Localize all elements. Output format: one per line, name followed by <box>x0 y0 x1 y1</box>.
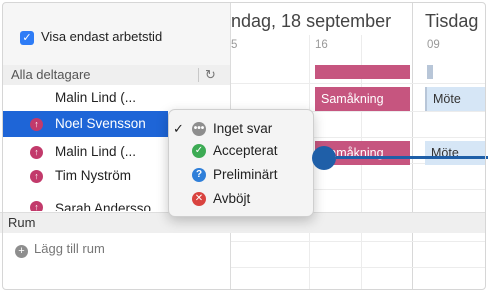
grid-line <box>231 241 486 242</box>
participants-header-label: Alla deltagare <box>11 67 91 82</box>
check-icon: ✓ <box>192 144 206 158</box>
refresh-icon[interactable]: ↻ <box>205 65 216 85</box>
menu-item-accepted[interactable]: ✓ Accepterat <box>169 140 313 162</box>
hour-label: 16 <box>315 39 328 51</box>
menu-item-declined[interactable]: ✕ Avböjt <box>169 188 313 210</box>
arrow-up-icon[interactable]: ↑ <box>30 118 43 131</box>
participant-name: Malin Lind (... <box>55 90 137 105</box>
scheduling-window: ✓ Visa endast arbetstid Alla deltagare ↻… <box>0 0 488 292</box>
add-room-button[interactable]: + Lägg till rum <box>15 241 105 258</box>
add-room-label: Lägg till rum <box>34 241 105 256</box>
calendar-header: ndag, 18 september Tisdag 5 16 09 <box>231 3 486 59</box>
grid-line <box>231 267 486 268</box>
header-separator <box>198 68 199 82</box>
menu-item-label: Accepterat <box>213 143 278 158</box>
menu-item-no-response[interactable]: ✓ ••• Inget svar <box>169 118 313 140</box>
arrow-up-icon[interactable]: ↑ <box>30 170 43 183</box>
participant-row-selected[interactable]: ↑ Noel Svensson <box>3 111 168 137</box>
participant-name: Noel Svensson <box>55 116 146 131</box>
menu-item-label: Avböjt <box>213 191 251 206</box>
event-block[interactable]: Möte <box>425 87 486 111</box>
event-block[interactable]: Möte <box>425 141 486 165</box>
show-working-hours-checkbox[interactable]: ✓ <box>20 31 34 45</box>
checkmark-icon: ✓ <box>173 121 184 136</box>
pointer-marker <box>312 146 336 170</box>
participant-name: Sarah Andersso... <box>55 201 163 211</box>
menu-item-label: Inget svar <box>213 121 273 136</box>
event-block[interactable]: Samåkning <box>315 87 410 111</box>
plus-icon: + <box>15 245 28 258</box>
dots-icon: ••• <box>192 122 206 136</box>
menu-item-label: Preliminärt <box>213 167 278 182</box>
response-status-menu: ✓ ••• Inget svar ✓ Accepterat ? Prelimin… <box>168 109 314 217</box>
participant-name: Tim Nyström <box>55 168 131 183</box>
x-icon: ✕ <box>192 192 206 206</box>
arrow-up-icon[interactable]: ↑ <box>30 201 43 211</box>
participant-row[interactable]: Malin Lind (... <box>3 85 230 111</box>
day-separator <box>412 3 413 289</box>
arrow-up-icon[interactable]: ↑ <box>30 146 43 159</box>
participants-header: Alla deltagare ↻ <box>3 65 230 85</box>
options-header: ✓ Visa endast arbetstid <box>3 3 230 66</box>
day1-title: ndag, 18 september <box>231 11 392 31</box>
busy-bar <box>427 65 433 79</box>
hour-label: 09 <box>427 39 440 51</box>
rooms-header-label: Rum <box>8 215 36 230</box>
menu-item-tentative[interactable]: ? Preliminärt <box>169 164 313 186</box>
day2-title: Tisdag <box>425 11 479 31</box>
participant-name: Malin Lind (... <box>55 144 137 159</box>
question-icon: ? <box>192 168 206 182</box>
show-working-hours-label[interactable]: Visa endast arbetstid <box>41 29 162 44</box>
pointer-line <box>336 156 488 159</box>
hour-label: 5 <box>231 39 238 51</box>
grid-line <box>231 83 486 84</box>
busy-bar <box>315 65 410 79</box>
